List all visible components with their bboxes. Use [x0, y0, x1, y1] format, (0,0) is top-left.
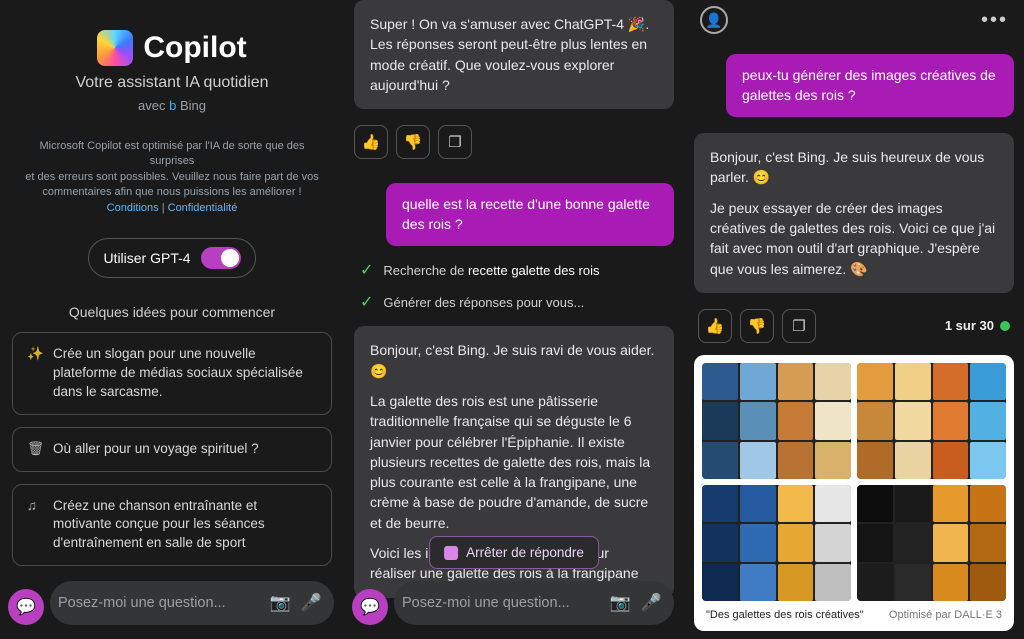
suggestion-text: Crée un slogan pour une nouvelle platefo…: [53, 345, 317, 402]
status-searching: ✓ Recherche de recette galette des rois: [360, 260, 674, 280]
powered-by-prefix: avec: [138, 98, 165, 113]
powered-by: avec b Bing: [138, 98, 206, 113]
new-chat-button[interactable]: 💬: [352, 589, 388, 625]
chat-input-placeholder: Posez-moi une question...: [58, 595, 260, 611]
message-actions: 👍 👎 ❐: [354, 115, 674, 173]
image-credit: Optimisé par DALL·E 3: [889, 609, 1002, 621]
image-caption-row: "Des galettes des rois créatives" Optimi…: [702, 601, 1006, 623]
camera-icon[interactable]: 📷: [610, 593, 631, 613]
bing-label: Bing: [180, 98, 206, 113]
like-button[interactable]: 👍: [354, 125, 388, 159]
user-message-text: peux-tu générer des images créatives de …: [742, 67, 996, 103]
user-message-text: quelle est la recette d'une bonne galett…: [402, 196, 650, 232]
ai-message-text: Je peux essayer de créer des images créa…: [710, 198, 998, 279]
suggestion-card-1[interactable]: ✨ Crée un slogan pour une nouvelle plate…: [12, 332, 332, 415]
magic-icon: ✨: [27, 345, 43, 361]
music-icon: ♫: [27, 497, 43, 513]
privacy-link[interactable]: Confidentialité: [168, 202, 238, 214]
bing-icon: b: [169, 98, 180, 113]
ai-message-text: Bonjour, c'est Bing. Je suis heureux de …: [710, 147, 998, 188]
camera-icon[interactable]: 📷: [270, 593, 291, 613]
chat-input-placeholder: Posez-moi une question...: [402, 595, 600, 611]
suggestion-card-3[interactable]: ♫ Créez une chanson entraînante et motiv…: [12, 484, 332, 567]
ai-message-text: La galette des rois est une pâtisserie t…: [370, 391, 658, 533]
thumbs-down-icon: 👎: [748, 317, 767, 335]
generated-image-1[interactable]: [702, 363, 851, 479]
suggestion-card-2[interactable]: 🗑 Où aller pour un voyage spirituel ?: [12, 427, 332, 472]
header-row: 👤 •••: [694, 0, 1014, 44]
copy-icon: ❐: [792, 317, 805, 335]
generated-image-4[interactable]: [857, 485, 1006, 601]
ai-message-text: Bonjour, c'est Bing. Je suis ravi de vou…: [370, 340, 658, 381]
thumbs-down-icon: 👎: [404, 133, 423, 151]
stop-responding-button[interactable]: Arrêter de répondre: [429, 536, 599, 569]
mic-icon[interactable]: 🎤: [641, 593, 662, 613]
copy-icon: ❐: [448, 133, 461, 151]
more-menu-button[interactable]: •••: [981, 9, 1008, 32]
generated-image-3[interactable]: [702, 485, 851, 601]
check-icon: ✓: [360, 260, 373, 280]
brand-name: Copilot: [143, 31, 246, 65]
gpt4-toggle-label: Utiliser GPT-4: [103, 250, 190, 266]
dislike-button[interactable]: 👎: [396, 125, 430, 159]
user-message: peux-tu générer des images créatives de …: [726, 54, 1014, 117]
ai-message-text: Super ! On va s'amuser avec ChatGPT-4 🎉.…: [370, 14, 658, 95]
thumbs-up-icon: 👍: [362, 133, 381, 151]
check-icon: ✓: [360, 292, 373, 312]
stop-label: Arrêter de répondre: [466, 545, 584, 560]
terms-link[interactable]: Conditions: [107, 202, 159, 214]
generated-image-card[interactable]: "Des galettes des rois créatives" Optimi…: [694, 355, 1014, 631]
turn-counter: 1 sur 30: [945, 318, 1010, 333]
message-footer: 👍 👎 ❐ 1 sur 30: [694, 299, 1014, 347]
chat-input-bar[interactable]: Posez-moi une question... 📷 🎤: [50, 581, 334, 625]
ideas-heading: Quelques idées pour commencer: [69, 304, 275, 320]
conversation-pane-2: 👤 ••• peux-tu générer des images créativ…: [684, 0, 1024, 639]
dislike-button[interactable]: 👎: [740, 309, 774, 343]
gpt4-toggle[interactable]: Utiliser GPT-4: [88, 238, 255, 278]
user-avatar[interactable]: 👤: [700, 6, 728, 34]
status-generating: ✓ Générer des réponses pour vous...: [360, 292, 674, 312]
chat-input-bar[interactable]: Posez-moi une question... 📷 🎤: [394, 581, 674, 625]
copy-button[interactable]: ❐: [782, 309, 816, 343]
disclaimer-text: Microsoft Copilot est optimisé par l'IA …: [12, 139, 332, 216]
avatar-icon: 👤: [705, 12, 722, 29]
suggestion-text: Où aller pour un voyage spirituel ?: [53, 440, 259, 459]
conversation-pane-1: Super ! On va s'amuser avec ChatGPT-4 🎉.…: [344, 0, 684, 639]
welcome-pane: Copilot Votre assistant IA quotidien ave…: [0, 0, 344, 639]
copilot-logo-icon: [97, 30, 133, 66]
suggestion-text: Créez une chanson entraînante et motivan…: [53, 497, 317, 554]
toggle-switch-icon: [201, 247, 241, 269]
ai-message: Bonjour, c'est Bing. Je suis heureux de …: [694, 133, 1014, 293]
status-dot-icon: [1000, 321, 1010, 331]
mic-icon[interactable]: 🎤: [301, 593, 322, 613]
thumbs-up-icon: 👍: [706, 317, 725, 335]
like-button[interactable]: 👍: [698, 309, 732, 343]
ai-message: Super ! On va s'amuser avec ChatGPT-4 🎉.…: [354, 0, 674, 109]
copy-button[interactable]: ❐: [438, 125, 472, 159]
user-message: quelle est la recette d'une bonne galett…: [386, 183, 674, 246]
stop-icon: [444, 546, 458, 560]
generated-image-2[interactable]: [857, 363, 1006, 479]
brand-row: Copilot: [97, 30, 246, 66]
trash-icon: 🗑: [27, 440, 43, 456]
new-chat-button[interactable]: 💬: [8, 589, 44, 625]
image-caption: "Des galettes des rois créatives": [706, 609, 864, 621]
chat-icon: 💬: [16, 597, 36, 617]
brand-subtitle: Votre assistant IA quotidien: [75, 74, 268, 92]
chat-icon: 💬: [360, 597, 380, 617]
